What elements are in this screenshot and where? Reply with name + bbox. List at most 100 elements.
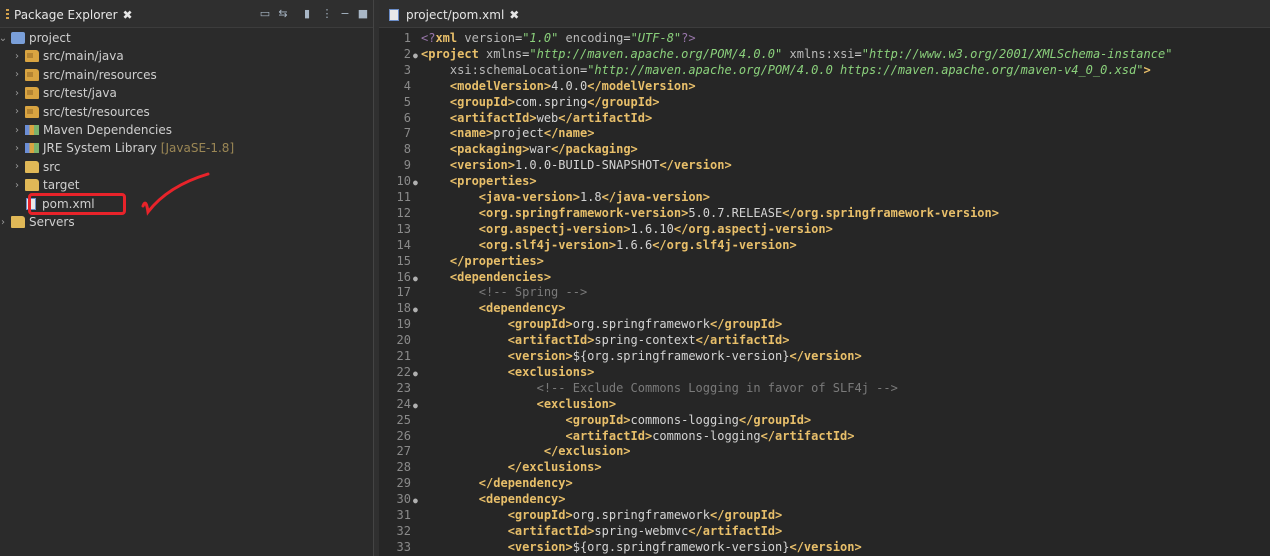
tab-pom-xml[interactable]: project/pom.xml ✖: [383, 4, 525, 26]
code-line[interactable]: 21 <version>${org.springframework-versio…: [379, 348, 1270, 364]
code-line[interactable]: 7 <name>project</name>: [379, 125, 1270, 141]
chevron-right-icon[interactable]: ›: [0, 217, 8, 228]
tree-item-label: src/main/java: [43, 49, 124, 64]
code-line[interactable]: 26 <artifactId>commons-logging</artifact…: [379, 428, 1270, 444]
maximize-icon[interactable]: ■: [357, 8, 369, 20]
close-icon[interactable]: ✖: [509, 8, 519, 22]
tab-package-explorer-label: Package Explorer: [14, 8, 118, 22]
tree-item-label: Maven Dependencies: [43, 123, 173, 137]
view-menu-icon[interactable]: ⋮: [321, 8, 333, 20]
code-text: </exclusions>: [507, 460, 602, 475]
code-text: <artifactId>spring-context</artifactId>: [507, 333, 790, 348]
code-line[interactable]: 5 <groupId>com.spring</groupId>: [379, 94, 1270, 110]
code-line[interactable]: 4 <modelVersion>4.0.0</modelVersion>: [379, 78, 1270, 94]
package-explorer-tabbar: Package Explorer ✖ ▭ ⇆ ▮ ⋮ − ■: [0, 0, 373, 28]
line-number: 1: [403, 31, 411, 45]
chevron-right-icon[interactable]: ›: [12, 125, 22, 136]
chevron-right-icon[interactable]: ›: [12, 106, 22, 117]
xml-file-icon: [389, 9, 399, 21]
line-number: 12: [396, 205, 411, 220]
line-number: 19: [396, 317, 411, 332]
tree-item-src-test-resources[interactable]: › src/test/resources: [12, 103, 150, 121]
code-line[interactable]: 33 <version>${org.springframework-versio…: [379, 539, 1270, 555]
code-line[interactable]: 14 <org.slf4j-version>1.6.6</org.slf4j-v…: [379, 237, 1270, 253]
tree-item-label: target: [43, 178, 80, 193]
tree-item-target[interactable]: › target: [12, 176, 80, 194]
link-with-editor-icon[interactable]: ⇆: [277, 8, 289, 20]
tree-item-src-test-java[interactable]: › src/test/java: [12, 84, 117, 102]
code-line[interactable]: 11 <java-version>1.8</java-version>: [379, 189, 1270, 205]
code-text: <groupId>commons-logging</groupId>: [565, 412, 812, 427]
code-line[interactable]: 3 xsi:schemaLocation="http://maven.apach…: [379, 62, 1270, 78]
tree-item-label: src/main/resources: [43, 67, 157, 82]
folder-icon: [25, 160, 39, 173]
code-line[interactable]: 27 </exclusion>: [379, 443, 1270, 459]
code-text: <name>project</name>: [449, 126, 595, 141]
code-line[interactable]: 25 <groupId>commons-logging</groupId>: [379, 412, 1270, 428]
code-line[interactable]: 32 <artifactId>spring-webmvc</artifactId…: [379, 523, 1270, 539]
line-number: 18: [396, 301, 411, 316]
collapse-all-icon[interactable]: ▭: [259, 8, 271, 20]
code-editor[interactable]: 1 <?xml version="1.0" encoding="UTF-8"?>…: [379, 30, 1270, 556]
code-line[interactable]: 10 ● <properties>: [379, 173, 1270, 189]
tree-item-src-main-resources[interactable]: › src/main/resources: [12, 66, 157, 84]
chevron-right-icon[interactable]: ›: [12, 69, 22, 80]
drag-grip-icon[interactable]: [6, 9, 9, 21]
project-icon: [11, 32, 25, 44]
code-line[interactable]: 31 <groupId>org.springframework</groupId…: [379, 507, 1270, 523]
code-line[interactable]: 28 </exclusions>: [379, 459, 1270, 475]
code-text: </exclusion>: [543, 444, 631, 459]
code-line[interactable]: 2 ● <project xmlns="http://maven.apache.or…: [379, 46, 1270, 62]
minimize-icon[interactable]: −: [339, 8, 351, 20]
chevron-right-icon[interactable]: ›: [12, 180, 22, 191]
chevron-right-icon[interactable]: ›: [12, 51, 22, 62]
library-icon: [25, 125, 39, 135]
code-line[interactable]: 19 <groupId>org.springframework</groupId…: [379, 316, 1270, 332]
code-line[interactable]: 24 ● <exclusion>: [379, 396, 1270, 412]
code-line[interactable]: 18 ● <dependency>: [379, 300, 1270, 316]
code-line[interactable]: 1 <?xml version="1.0" encoding="UTF-8"?>: [379, 30, 1270, 46]
chevron-down-icon[interactable]: ⌄: [0, 33, 8, 44]
code-line[interactable]: 30 ● <dependency>: [379, 491, 1270, 507]
code-text: <dependency>: [478, 301, 566, 316]
close-icon[interactable]: ✖: [123, 8, 133, 22]
line-number: 24: [396, 396, 411, 411]
tree-item-src-main-java[interactable]: › src/main/java: [12, 47, 124, 65]
tree-item-maven-dependencies[interactable]: › Maven Dependencies: [12, 121, 172, 139]
line-number: 31: [396, 508, 411, 522]
code-line[interactable]: 9 <version>1.0.0-BUILD-SNAPSHOT</version…: [379, 157, 1270, 173]
code-line[interactable]: 16 ● <dependencies>: [379, 269, 1270, 285]
code-line[interactable]: 17 <!-- Spring -->: [379, 284, 1270, 300]
red-checkmark-annotation: [141, 172, 210, 216]
code-text: <properties>: [449, 174, 537, 189]
code-line[interactable]: 8 <packaging>war</packaging>: [379, 141, 1270, 157]
chevron-right-icon[interactable]: ›: [12, 88, 22, 99]
tab-package-explorer[interactable]: Package Explorer ✖: [0, 4, 139, 26]
code-text: <org.slf4j-version>1.6.6</org.slf4j-vers…: [478, 237, 797, 252]
code-line[interactable]: 6 <artifactId>web</artifactId>: [379, 110, 1270, 126]
line-number: 16: [396, 269, 411, 284]
code-text: <java-version>1.8</java-version>: [478, 190, 711, 204]
editor-pane: project/pom.xml ✖ 1 <?xml version="1.0" …: [379, 0, 1270, 556]
code-text: <packaging>war</packaging>: [449, 142, 638, 157]
chevron-right-icon[interactable]: ›: [12, 161, 22, 172]
code-line[interactable]: 15 </properties>: [379, 253, 1270, 269]
tree-item-servers[interactable]: › Servers: [0, 213, 75, 231]
code-line[interactable]: 13 <org.aspectj-version>1.6.10</org.aspe…: [379, 221, 1270, 237]
line-number: 5: [403, 94, 411, 109]
line-number: 17: [396, 285, 411, 300]
tab-pom-xml-label: project/pom.xml: [406, 8, 505, 22]
line-number: 2: [403, 46, 411, 61]
code-line[interactable]: 23 <!-- Exclude Commons Logging in favor…: [379, 380, 1270, 396]
line-number: 9: [403, 158, 411, 173]
package-explorer-pane: Package Explorer ✖ ▭ ⇆ ▮ ⋮ − ■ ⌄ project ›…: [0, 0, 373, 556]
code-line[interactable]: 20 <artifactId>spring-context</artifactI…: [379, 332, 1270, 348]
tree-item-jre-system-library[interactable]: › JRE System Library [JavaSE-1.8]: [12, 139, 234, 157]
code-line[interactable]: 29 </dependency>: [379, 475, 1270, 491]
tree-item-project[interactable]: ⌄ project: [0, 29, 71, 47]
code-line[interactable]: 22 ● <exclusions>: [379, 364, 1270, 380]
tree-item-src[interactable]: › src: [12, 158, 61, 176]
focus-on-active-task-icon[interactable]: ▮: [301, 8, 313, 20]
chevron-right-icon[interactable]: ›: [12, 143, 22, 154]
code-line[interactable]: 12 <org.springframework-version>5.0.7.RE…: [379, 205, 1270, 221]
